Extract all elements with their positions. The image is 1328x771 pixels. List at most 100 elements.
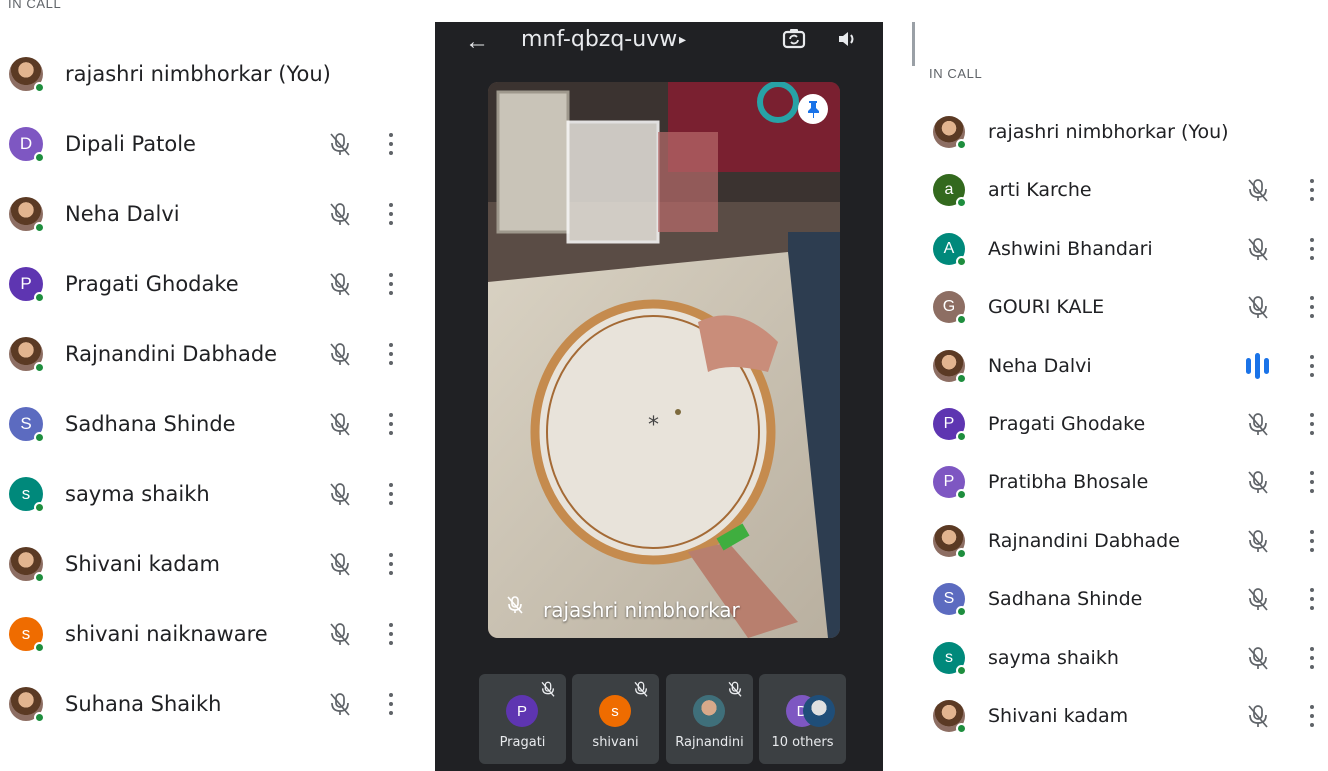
avatar-initial: A <box>943 239 955 257</box>
mic-off-icon[interactable] <box>1246 411 1270 437</box>
participant-name: sayma shaikh <box>988 646 1119 669</box>
participant-avatar <box>9 337 45 373</box>
more-options-icon[interactable] <box>1309 354 1315 377</box>
mic-off-icon[interactable] <box>328 131 352 157</box>
participant-row-dipali-patole[interactable]: D Dipali Patole <box>0 109 430 179</box>
participant-row-sadhana-shinde[interactable]: S Sadhana Shinde <box>0 389 430 459</box>
online-status-dot <box>34 432 45 443</box>
mic-off-icon[interactable] <box>328 621 352 647</box>
participant-row-neha-dalvi[interactable]: Neha Dalvi <box>0 179 430 249</box>
online-status-dot <box>956 723 967 734</box>
mic-off-icon[interactable] <box>328 691 352 717</box>
tile-avatar <box>693 695 725 727</box>
more-options-icon[interactable] <box>388 203 394 225</box>
arrow-left-icon[interactable]: ← <box>465 28 489 56</box>
participant-name: arti Karche <box>988 179 1092 202</box>
mic-off-icon[interactable] <box>328 411 352 437</box>
participant-avatar: P <box>933 466 967 501</box>
avatar-initial: s <box>945 648 953 666</box>
mic-off-icon[interactable] <box>1246 236 1270 262</box>
participant-tile-pragati[interactable]: P Pragati <box>479 674 566 764</box>
more-options-icon[interactable] <box>388 553 394 575</box>
meeting-info-caret-icon[interactable]: ▸ <box>679 31 686 48</box>
mic-off-icon <box>540 680 556 703</box>
mic-off-icon[interactable] <box>328 271 352 297</box>
main-video-feed[interactable]: * rajashri nimbhorkar <box>488 82 840 638</box>
pin-icon[interactable] <box>798 94 828 124</box>
mic-off-icon[interactable] <box>1246 528 1270 554</box>
mic-off-icon[interactable] <box>1246 645 1270 671</box>
participant-avatar: s <box>9 617 45 653</box>
more-options-icon[interactable] <box>1309 179 1315 202</box>
more-options-icon[interactable] <box>388 343 394 365</box>
mic-off-icon[interactable] <box>1246 586 1270 612</box>
participant-name: rajashri nimbhorkar (You) <box>988 121 1229 143</box>
participant-name: GOURI KALE <box>988 296 1105 319</box>
participant-name: Dipali Patole <box>65 132 196 156</box>
left-participants-panel: IN CALL rajashri nimbhorkar (You) D Dipali… <box>0 0 430 771</box>
more-options-icon[interactable] <box>1309 646 1315 669</box>
participant-avatar <box>933 349 967 384</box>
participant-row-pragati-ghodake[interactable]: P Pragati Ghodake <box>0 249 430 319</box>
online-status-dot <box>956 314 967 326</box>
participant-name: Shivani kadam <box>65 552 220 576</box>
avatar-initial: G <box>942 298 956 316</box>
participant-row-rajnandini-dabhade[interactable]: Rajnandini Dabhade <box>0 319 430 389</box>
participant-tile-shivani[interactable]: s shivani <box>572 674 659 764</box>
mic-off-icon <box>506 595 524 620</box>
participant-row-sayma-shaikh[interactable]: s sayma shaikh <box>0 459 430 529</box>
participant-row-shivani-kadam[interactable]: Shivani kadam <box>0 529 430 599</box>
participant-tile-10-others[interactable]: D 10 others <box>759 674 846 764</box>
avatar-initial: s <box>21 484 31 503</box>
mic-off-icon[interactable] <box>328 341 352 367</box>
more-options-icon[interactable] <box>388 133 394 155</box>
online-status-dot <box>956 197 967 209</box>
online-status-dot <box>34 82 45 93</box>
participant-name: sayma shaikh <box>65 482 210 506</box>
speaker-icon[interactable] <box>836 28 858 55</box>
mic-off-icon[interactable] <box>328 481 352 507</box>
tile-label: Pragati <box>499 735 546 750</box>
more-options-icon[interactable] <box>388 483 394 505</box>
mic-off-icon[interactable] <box>1246 703 1270 729</box>
mic-off-icon <box>727 680 743 703</box>
more-options-icon[interactable] <box>1309 588 1315 611</box>
more-options-icon[interactable] <box>388 413 394 435</box>
mic-off-icon[interactable] <box>1246 177 1270 203</box>
more-options-icon[interactable] <box>1309 705 1315 727</box>
participant-avatar: s <box>933 641 967 676</box>
more-options-icon[interactable] <box>1309 413 1315 435</box>
more-options-icon[interactable] <box>1309 471 1315 494</box>
participant-name: Shivani kadam <box>988 705 1129 727</box>
more-options-icon[interactable] <box>1309 529 1315 552</box>
more-options-icon[interactable] <box>1309 237 1315 260</box>
online-status-dot <box>956 431 967 442</box>
camera-flip-icon[interactable] <box>781 26 807 57</box>
speaking-indicator-icon <box>1246 351 1269 381</box>
more-options-icon[interactable] <box>1309 296 1315 319</box>
mic-off-icon[interactable] <box>1246 469 1270 495</box>
tile-avatar-initial: P <box>516 702 527 720</box>
participant-row-shivani-naiknaware[interactable]: s shivani naiknaware <box>0 599 430 669</box>
mic-off-icon[interactable] <box>328 201 352 227</box>
participant-avatar <box>9 547 45 583</box>
scroll-indicator[interactable] <box>912 22 915 66</box>
online-status-dot <box>34 292 45 303</box>
mic-off-icon[interactable] <box>1246 294 1270 320</box>
participant-tile-rajnandini[interactable]: Rajnandini <box>666 674 753 764</box>
participant-name: shivani naiknaware <box>65 622 268 646</box>
meeting-code[interactable]: mnf-qbzq-uvw <box>521 27 677 52</box>
mic-off-icon[interactable] <box>328 551 352 577</box>
more-options-icon[interactable] <box>388 273 394 295</box>
right-participants-panel: IN CALL rajashri nimbhorkar (You) a arti K… <box>905 0 1328 771</box>
more-options-icon[interactable] <box>388 623 394 645</box>
participant-avatar: G <box>933 291 967 326</box>
online-status-dot <box>34 152 45 163</box>
participant-row-rajashri-nimbhorkar-you[interactable]: rajashri nimbhorkar (You) <box>0 39 430 109</box>
participant-name: Sadhana Shinde <box>988 588 1143 611</box>
participant-row-shivani-kadam[interactable]: Shivani kadam <box>905 681 1328 751</box>
participant-avatar <box>9 687 45 723</box>
more-options-icon[interactable] <box>388 693 394 715</box>
participant-avatar: a <box>933 174 967 209</box>
participant-row-suhana-shaikh[interactable]: Suhana Shaikh <box>0 669 430 739</box>
